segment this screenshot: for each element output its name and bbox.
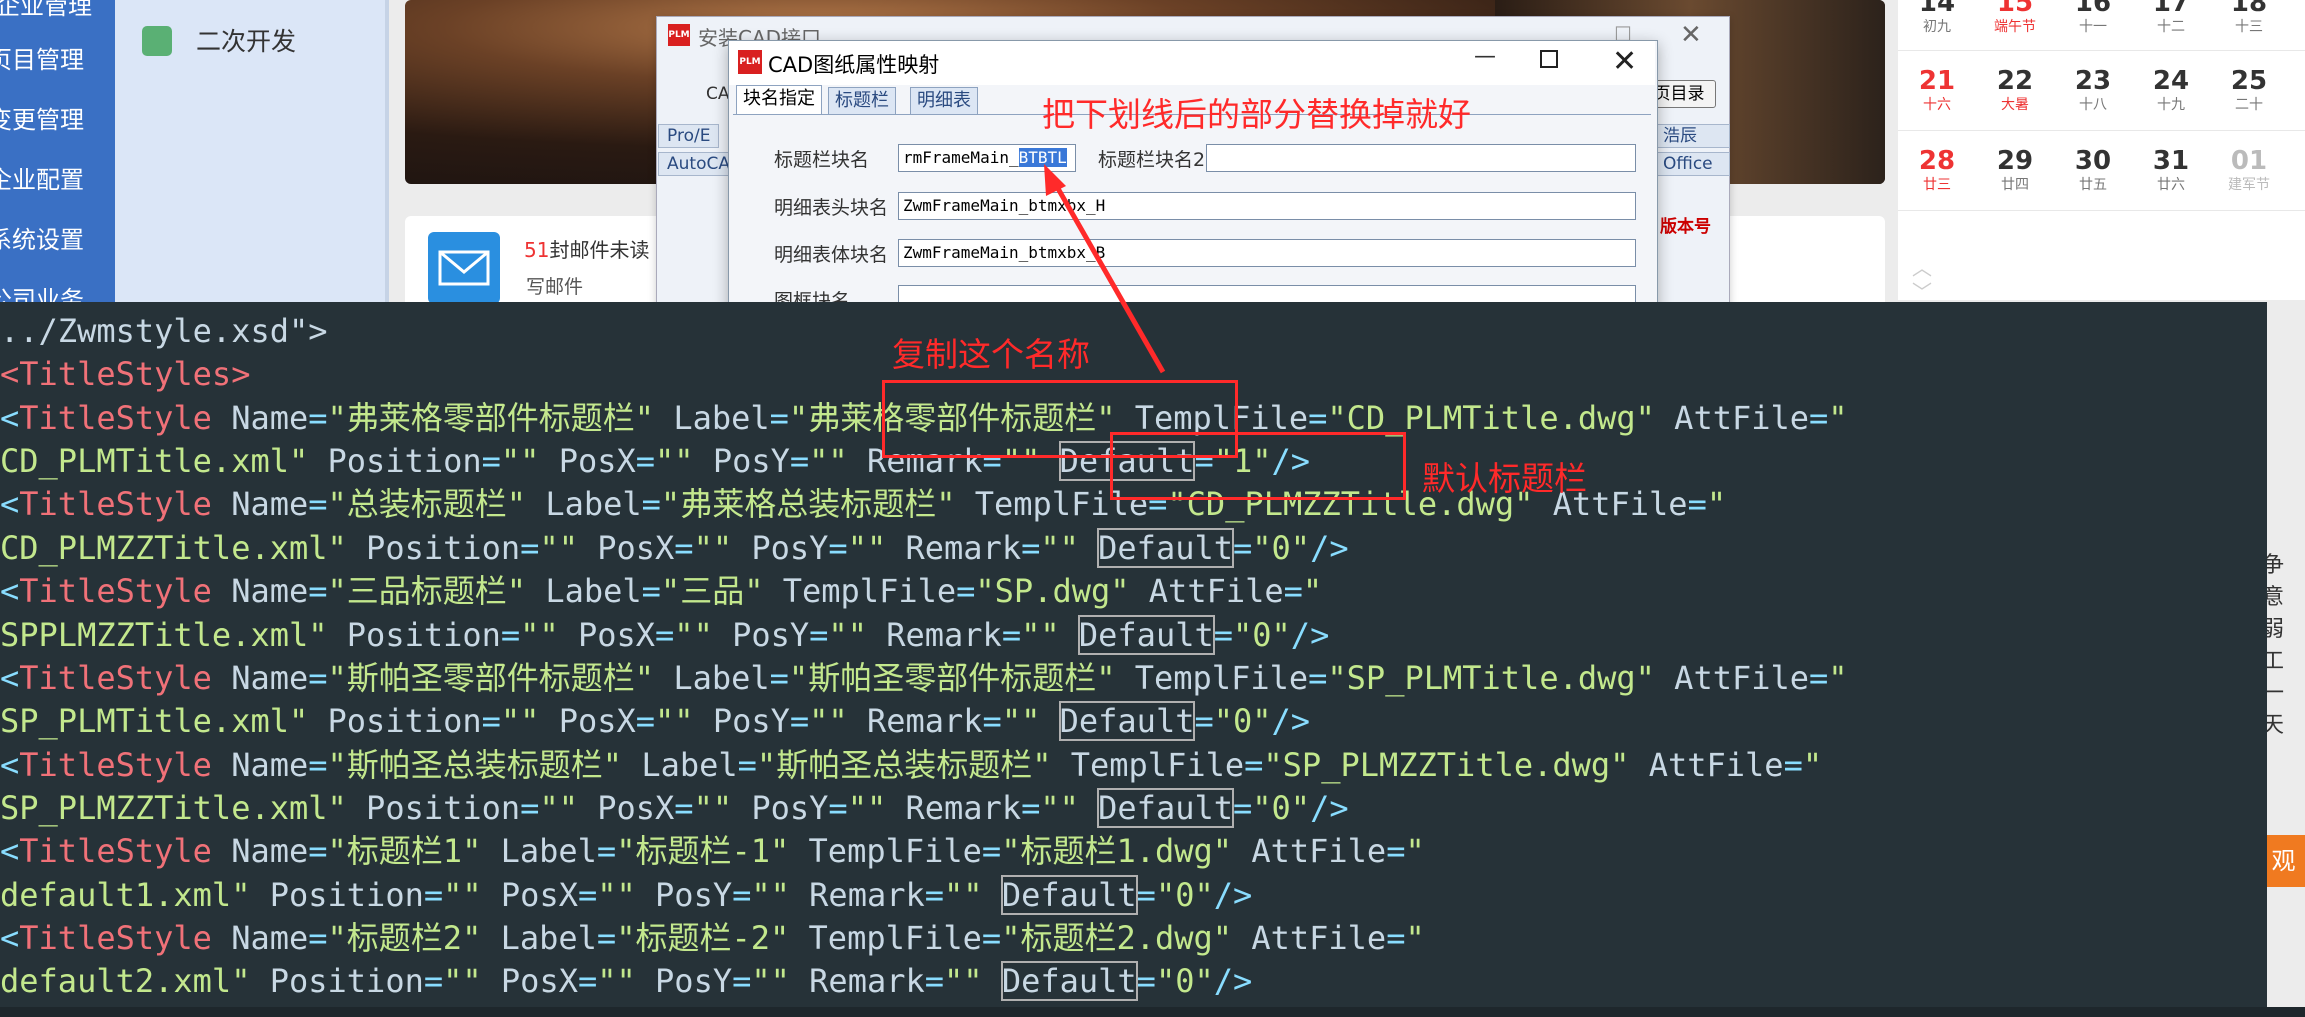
arrow-head-icon	[1044, 164, 1066, 196]
annotation-arrow	[1044, 164, 1166, 374]
